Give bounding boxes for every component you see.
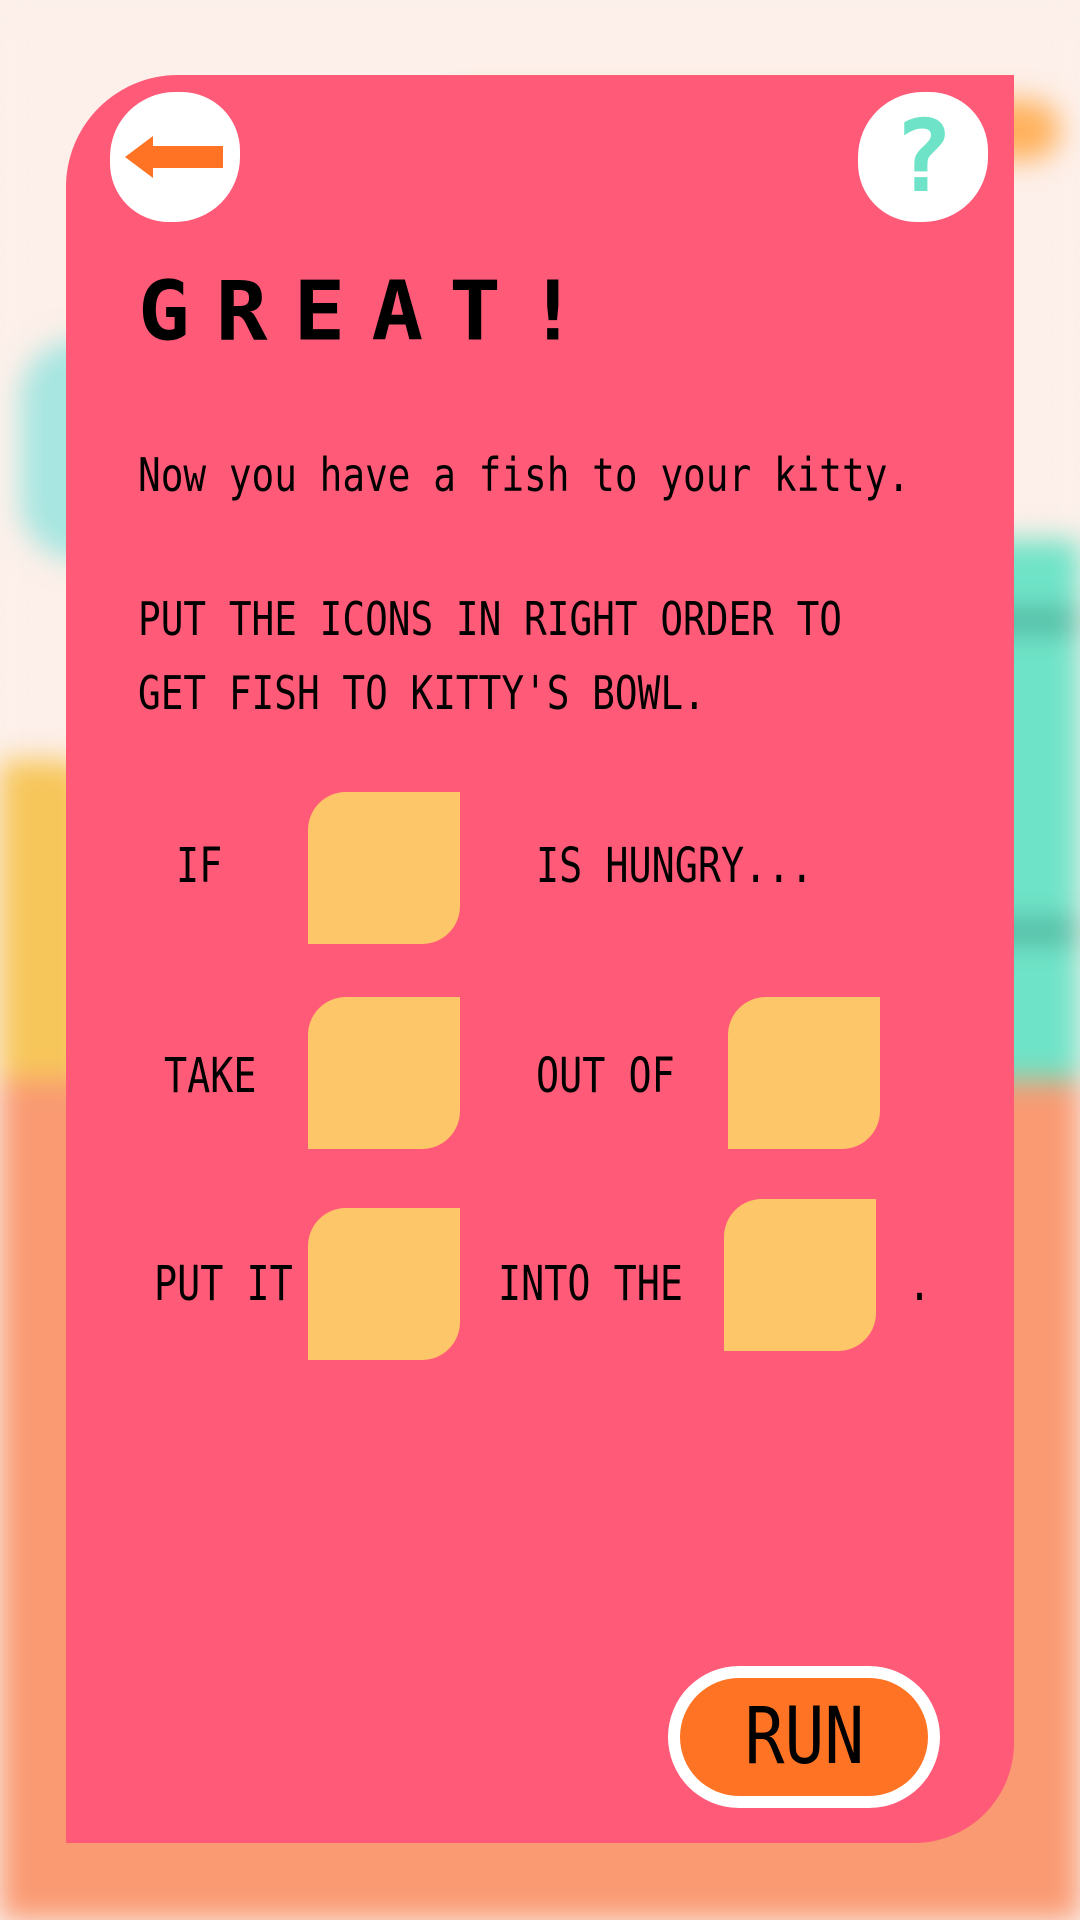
run-button-face: RUN bbox=[680, 1678, 928, 1796]
back-button[interactable] bbox=[110, 92, 240, 222]
word-out-of: OUT OF bbox=[536, 1048, 675, 1104]
instruction-line-1: PUT THE ICONS IN RIGHT ORDER TO bbox=[138, 592, 842, 646]
help-button[interactable]: ? bbox=[858, 92, 988, 222]
icon-slot-item[interactable] bbox=[308, 1208, 460, 1360]
question-mark-icon: ? bbox=[892, 98, 954, 215]
run-button-label: RUN bbox=[744, 1692, 864, 1782]
word-put-it: PUT IT bbox=[154, 1256, 293, 1312]
instruction-line-2: GET FISH TO KITTY'S BOWL. bbox=[138, 666, 706, 720]
run-button[interactable]: RUN bbox=[668, 1666, 940, 1808]
arrow-left-icon bbox=[125, 136, 223, 178]
icon-slot-target[interactable] bbox=[724, 1199, 876, 1351]
intro-text: Now you have a fish to your kitty. bbox=[138, 448, 911, 502]
page-title: GREAT! bbox=[138, 264, 605, 360]
icon-slot-who[interactable] bbox=[308, 792, 460, 944]
sentence-end-period: . bbox=[908, 1256, 932, 1312]
word-into-the: INTO THE bbox=[498, 1256, 683, 1312]
icon-slot-what[interactable] bbox=[308, 997, 460, 1149]
word-if: IF bbox=[176, 838, 223, 894]
word-take: TAKE bbox=[164, 1048, 257, 1104]
icon-slot-source[interactable] bbox=[728, 997, 880, 1149]
word-is-hungry: IS HUNGRY... bbox=[536, 838, 814, 894]
